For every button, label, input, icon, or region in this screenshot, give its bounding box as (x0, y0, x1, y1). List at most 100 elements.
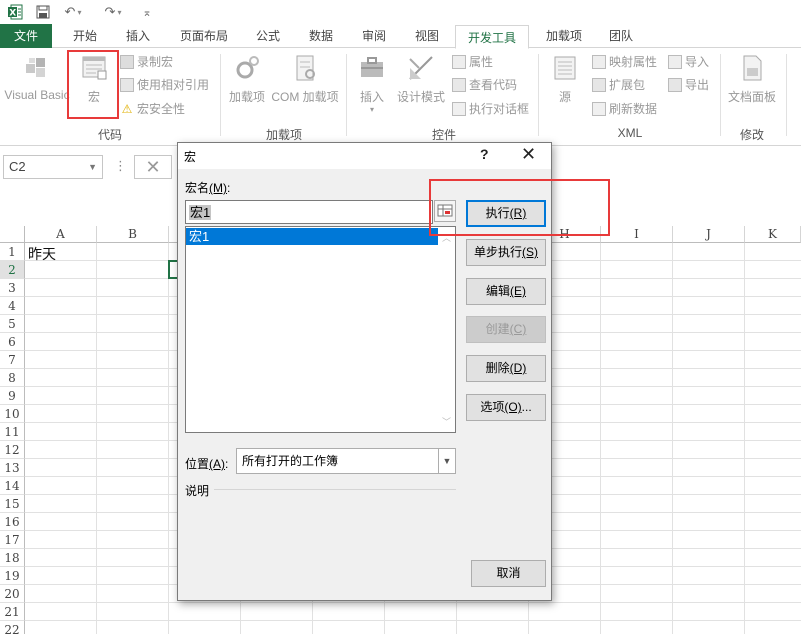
tab-file[interactable]: 文件 (0, 24, 52, 48)
options-button[interactable]: 选项(O)... (466, 394, 546, 421)
row-header-8[interactable]: 8 (0, 369, 25, 387)
row-header-13[interactable]: 13 (0, 459, 25, 477)
column-header-a[interactable]: A (25, 226, 97, 243)
column-header-b[interactable]: B (97, 226, 169, 243)
row-header-17[interactable]: 17 (0, 531, 25, 549)
scroll-down-icon[interactable]: ﹀ (442, 415, 451, 428)
run-dialog-button[interactable]: 执行对话框 (452, 99, 529, 119)
row-header-16[interactable]: 16 (0, 513, 25, 531)
macro-name-accel: (M) (209, 181, 228, 195)
design-mode-icon (409, 56, 433, 80)
source-button[interactable]: 源 (544, 54, 586, 114)
list-item[interactable]: 宏1 (186, 228, 438, 245)
group-label-modify: 修改 (739, 128, 764, 142)
visual-basic-button[interactable]: Visual Basic (2, 54, 72, 114)
redo-icon[interactable]: ↷ ▾ (102, 3, 124, 21)
document-panel-button[interactable]: 文档面板 (724, 54, 780, 114)
row-header-12[interactable]: 12 (0, 441, 25, 459)
chevron-down-icon[interactable]: ▼ (438, 449, 455, 473)
com-addins-button[interactable]: COM 加载项 (269, 54, 341, 114)
row-header-20[interactable]: 20 (0, 585, 25, 603)
row-header-22[interactable]: 22 (0, 621, 25, 634)
row-header-7[interactable]: 7 (0, 351, 25, 369)
com-addins-label: COM 加载项 (271, 90, 339, 104)
formula-cancel-button[interactable]: ✕ (134, 155, 172, 179)
row-header-21[interactable]: 21 (0, 603, 25, 621)
macros-highlight-box (67, 50, 119, 119)
tab-insert[interactable]: 插入 (114, 24, 162, 48)
options-ellipsis: ... (521, 400, 532, 414)
map-properties-button[interactable]: 映射属性 (592, 52, 657, 72)
undo-icon[interactable]: ↶ ▾ (62, 3, 84, 21)
select-all-corner[interactable] (0, 226, 25, 243)
group-label-xml: XML (617, 126, 643, 140)
row-header-5[interactable]: 5 (0, 315, 25, 333)
tab-data[interactable]: 数据 (298, 24, 344, 48)
properties-button[interactable]: 属性 (452, 52, 493, 72)
row-header-6[interactable]: 6 (0, 333, 25, 351)
macro-name-input[interactable]: 宏1 (185, 200, 433, 224)
row-header-3[interactable]: 3 (0, 279, 25, 297)
import-button[interactable]: 导入 (668, 52, 709, 72)
list-scrollbar[interactable]: ︿ ﹀ (438, 227, 455, 432)
name-box[interactable]: C2 ▼ (3, 155, 103, 179)
customize-qat-icon[interactable]: ⌅ (140, 3, 154, 21)
map-properties-label: 映射属性 (609, 55, 658, 69)
column-header-j[interactable]: J (673, 226, 745, 243)
cancel-button[interactable]: 取消 (471, 560, 546, 587)
row-header-11[interactable]: 11 (0, 423, 25, 441)
export-label: 导出 (685, 78, 710, 92)
refresh-data-button[interactable]: 刷新数据 (592, 99, 657, 119)
macro-name-colon: : (227, 181, 231, 195)
insert-control-button[interactable]: 插入 ▾ (352, 54, 392, 114)
edit-button[interactable]: 编辑(E) (466, 278, 546, 305)
tab-view[interactable]: 视图 (404, 24, 450, 48)
close-button[interactable]: ✕ (521, 144, 536, 165)
gridline (168, 243, 169, 634)
relative-refs-button[interactable]: 使用相对引用 (120, 75, 209, 95)
tab-addins[interactable]: 加载项 (538, 24, 590, 48)
view-code-button[interactable]: 查看代码 (452, 75, 517, 95)
design-mode-button[interactable]: 设计模式 (394, 54, 448, 114)
view-code-label: 查看代码 (469, 78, 518, 92)
record-macro-button[interactable]: 录制宏 (120, 52, 173, 72)
location-label-text: 位置 (185, 457, 210, 471)
tab-review[interactable]: 审阅 (352, 24, 396, 48)
tab-formulas[interactable]: 公式 (246, 24, 290, 48)
row-header-9[interactable]: 9 (0, 387, 25, 405)
delete-button[interactable]: 删除(D) (466, 355, 546, 382)
step-into-button[interactable]: 单步执行(S) (466, 239, 546, 266)
row-header-2[interactable]: 2 (0, 261, 25, 279)
expansion-packs-button[interactable]: 扩展包 (592, 75, 645, 95)
macro-security-button[interactable]: ⚠ 宏安全性 (120, 99, 185, 119)
column-header-i[interactable]: I (601, 226, 673, 243)
chevron-down-icon: ▾ (369, 105, 374, 114)
warning-icon: ⚠ (121, 102, 133, 116)
tab-developer[interactable]: 开发工具 (455, 25, 529, 49)
step-into-accel: (S) (522, 245, 538, 259)
tab-home[interactable]: 开始 (60, 24, 110, 48)
location-colon: : (225, 457, 229, 471)
step-into-label: 单步执行 (473, 245, 522, 259)
export-button[interactable]: 导出 (668, 75, 709, 95)
row-header-15[interactable]: 15 (0, 495, 25, 513)
import-label: 导入 (685, 55, 710, 69)
row-header-19[interactable]: 19 (0, 567, 25, 585)
chevron-down-icon[interactable]: ▼ (88, 156, 97, 178)
group-separator (786, 54, 787, 136)
addins-button[interactable]: 加载项 (226, 54, 268, 114)
row-header-1[interactable]: 1 (0, 243, 25, 261)
macro-list[interactable]: 宏1 ︿ ﹀ (185, 226, 456, 433)
tab-team[interactable]: 团队 (598, 24, 644, 48)
row-header-14[interactable]: 14 (0, 477, 25, 495)
column-header-k[interactable]: K (745, 226, 801, 243)
row-header-18[interactable]: 18 (0, 549, 25, 567)
help-button[interactable]: ? (480, 146, 489, 162)
location-select[interactable]: 所有打开的工作簿 ▼ (236, 448, 456, 474)
save-icon[interactable] (34, 3, 52, 21)
map-properties-icon (592, 55, 606, 69)
tab-page-layout[interactable]: 页面布局 (170, 24, 238, 48)
row-header-4[interactable]: 4 (0, 297, 25, 315)
cell-a1[interactable]: 昨天 (28, 244, 56, 264)
row-header-10[interactable]: 10 (0, 405, 25, 423)
